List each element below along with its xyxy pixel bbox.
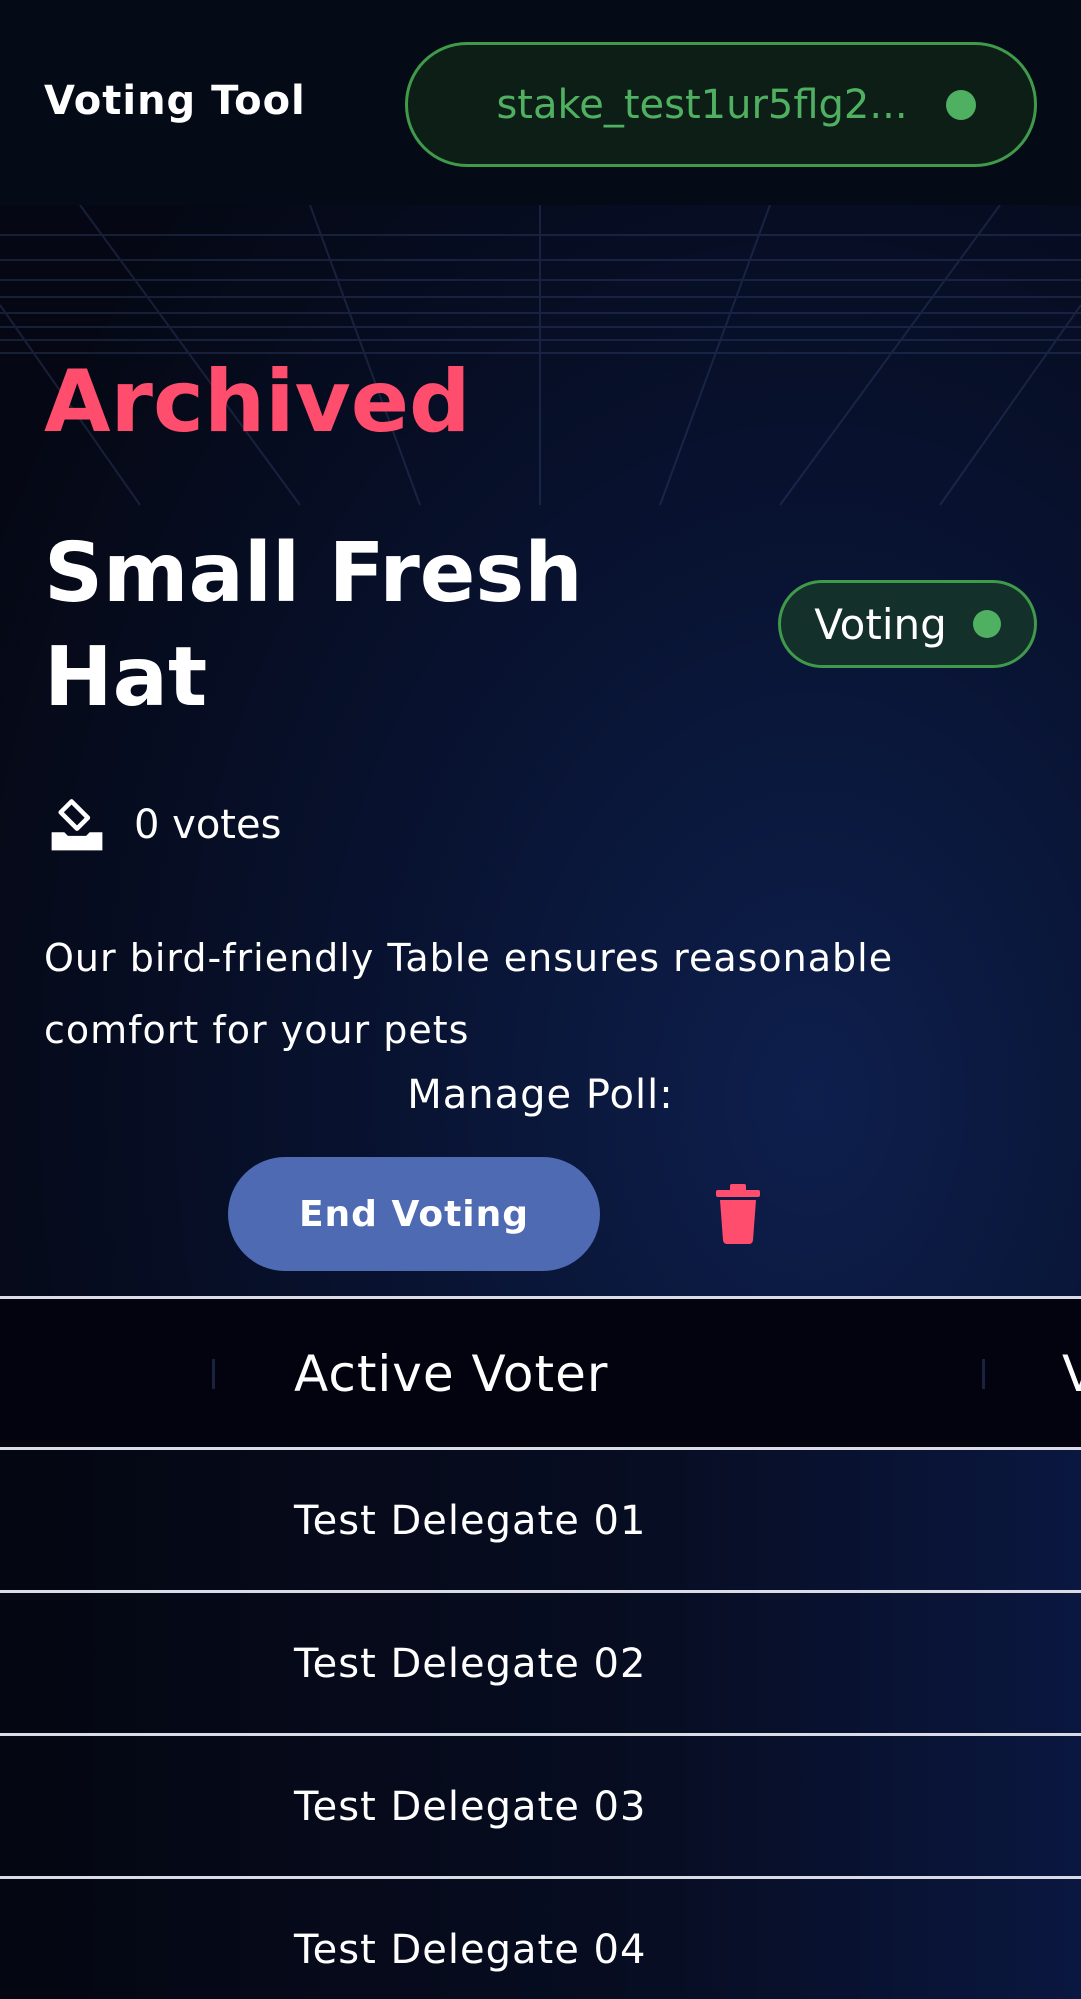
voter-name: Test Delegate 02 xyxy=(294,1641,647,1687)
table-row[interactable]: Test Delegate 03 xyxy=(0,1736,1081,1879)
column-header-second[interactable]: V xyxy=(1062,1345,1081,1403)
poll-status-dot xyxy=(972,610,1001,638)
ballot-box-icon xyxy=(51,799,103,851)
archived-label: Archived xyxy=(44,352,471,452)
page: Voting Tool stake_test1ur5flg2... Archiv… xyxy=(0,0,1081,1999)
poll-status-badge: Voting xyxy=(778,580,1037,668)
table-row[interactable]: Test Delegate 02 xyxy=(0,1593,1081,1736)
wallet-connect-button[interactable]: stake_test1ur5flg2... xyxy=(405,42,1037,167)
poll-title: Small Fresh Hat xyxy=(44,526,583,725)
wallet-address: stake_test1ur5flg2... xyxy=(496,81,908,128)
app-title: Voting Tool xyxy=(44,78,306,124)
votes-count-row: 0 votes xyxy=(48,796,281,854)
table-row[interactable]: Test Delegate 04 xyxy=(0,1879,1081,1999)
manage-poll-label: Manage Poll: xyxy=(407,1072,674,1118)
table-row[interactable]: Test Delegate 01 xyxy=(0,1450,1081,1593)
trash-icon xyxy=(716,1183,760,1244)
delete-poll-button[interactable] xyxy=(708,1180,768,1250)
top-header: Voting Tool stake_test1ur5flg2... xyxy=(0,0,1081,205)
voter-name: Test Delegate 01 xyxy=(294,1498,647,1544)
column-header-active-voter[interactable]: Active Voter xyxy=(294,1345,608,1403)
poll-description: Our bird-friendly Table ensures reasonab… xyxy=(44,936,894,1052)
end-voting-button[interactable]: End Voting xyxy=(228,1157,600,1271)
table-header: Active Voter V xyxy=(0,1296,1081,1450)
column-separator xyxy=(212,1359,215,1389)
voter-name: Test Delegate 04 xyxy=(294,1927,647,1973)
voter-name: Test Delegate 03 xyxy=(294,1784,647,1830)
column-separator xyxy=(982,1359,985,1389)
votes-count: 0 votes xyxy=(134,802,282,848)
voter-table: Active Voter V Test Delegate 01 Test Del… xyxy=(0,1296,1081,1999)
wallet-status-dot xyxy=(945,89,976,120)
poll-status-text: Voting xyxy=(814,599,947,649)
